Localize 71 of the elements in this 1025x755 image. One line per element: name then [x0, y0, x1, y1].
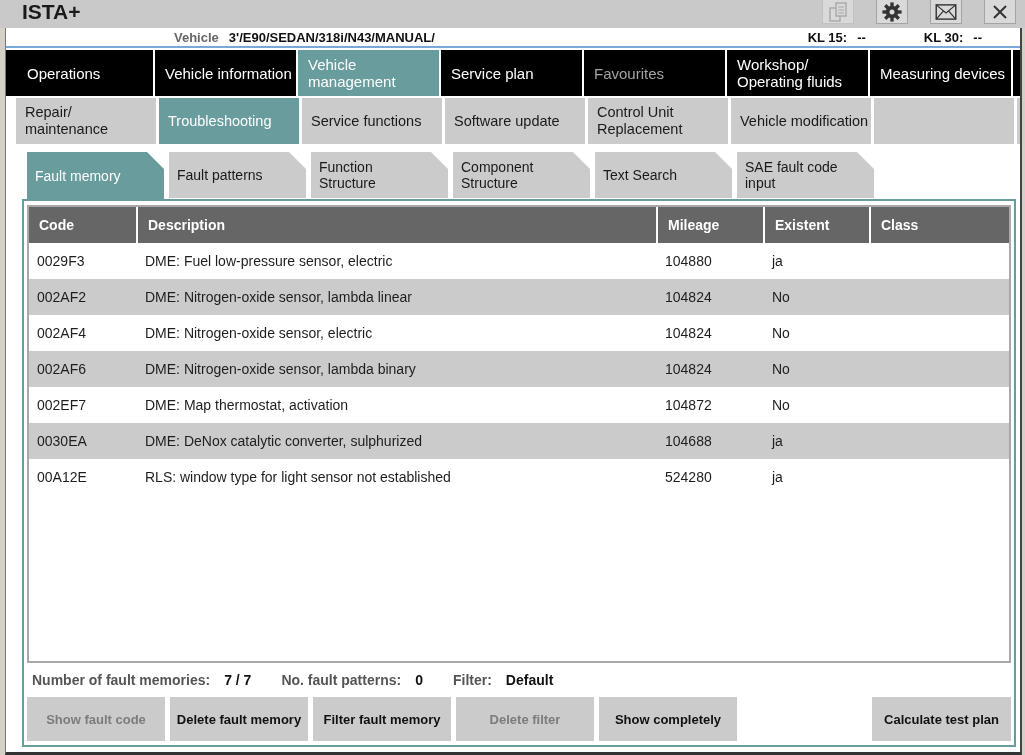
terminal-value: --: [973, 29, 982, 45]
table-cell-text: 104880: [664, 253, 713, 269]
nav-tab[interactable]: Workshop/ Operating fluids: [727, 50, 870, 96]
summary-label: No. fault patterns:: [281, 672, 402, 688]
table-cell-text: 002EF7: [36, 397, 88, 413]
section-tab[interactable]: SAE fault code input: [737, 152, 874, 198]
table-cell-text: DME: Nitrogen-oxide sensor, lambda linear: [144, 289, 413, 305]
terminal-label: KL 30:: [923, 29, 964, 45]
table-cell-text: 0030EA: [36, 433, 88, 449]
table-cell-text: 524280: [664, 469, 713, 485]
table-cell-text: DME: Fuel low-pressure sensor, electric: [144, 253, 394, 269]
table-cell-text: No: [771, 325, 791, 341]
subnav-tab[interactable]: Repair/ maintenance: [16, 98, 156, 144]
terminal-value: --: [857, 29, 866, 45]
vehicle-value: 3'/E90/SEDAN/318i/N43/MANUAL/: [228, 29, 435, 45]
table-cell-text: 002AF2: [36, 289, 88, 305]
summary-label: Filter:: [452, 672, 492, 688]
column-header: Mileage: [658, 207, 763, 243]
summary-label: Number of fault memories:: [32, 672, 211, 688]
table-cell-text: No: [771, 361, 791, 377]
subnav-tab[interactable]: Service functions: [302, 98, 442, 144]
table-cell-text: No: [771, 397, 791, 413]
summary-value: 7 / 7: [224, 672, 252, 688]
nav-tab[interactable]: Measuring devices: [870, 50, 1013, 96]
table-cell-text: 00A12E: [36, 469, 88, 485]
table-cell-text: RLS: window type for light sensor not established: [144, 469, 452, 485]
action-button[interactable]: Calculate test plan: [872, 697, 1011, 741]
section-tab[interactable]: Component Structure: [453, 152, 590, 198]
documents-icon: [829, 1, 847, 22]
table-cell-text: No: [771, 289, 791, 305]
column-header: Class: [871, 207, 1009, 243]
table-cell-text: ja: [770, 253, 784, 269]
vehicle-label: Vehicle: [174, 29, 219, 45]
summary-value: Default: [505, 672, 554, 688]
mail-button[interactable]: [930, 0, 962, 24]
column-header: Description: [138, 207, 656, 243]
envelope-icon: [935, 3, 957, 20]
close-button[interactable]: [984, 0, 1016, 24]
table-cell-text: DME: Nitrogen-oxide sensor, electric: [144, 325, 374, 341]
table-cell-text: 104688: [664, 433, 713, 449]
table-cell-text: 104824: [664, 289, 713, 305]
action-button[interactable]: Show completely: [599, 697, 737, 741]
table-cell-text: ja: [770, 469, 784, 485]
section-tab[interactable]: Text Search: [595, 152, 732, 198]
table-cell-text: 104872: [664, 397, 713, 413]
close-icon: [992, 3, 1008, 20]
table-cell-text: 104824: [664, 361, 713, 377]
section-tab[interactable]: Function Structure: [311, 152, 448, 198]
table-cell-text: 002AF4: [36, 325, 88, 341]
table-cell-text: DME: Nitrogen-oxide sensor, lambda binary: [144, 361, 417, 377]
terminal-label: KL 15:: [807, 29, 848, 45]
gear-icon: [882, 1, 902, 22]
action-button[interactable]: Filter fault memory: [313, 697, 451, 741]
table-cell-text: DME: DeNox catalytic converter, sulphurized: [144, 433, 423, 449]
settings-button[interactable]: [876, 0, 908, 24]
section-tab[interactable]: Fault patterns: [169, 152, 306, 198]
subnav-tab[interactable]: Software update: [445, 98, 585, 144]
table-cell-text: 002AF6: [36, 361, 88, 377]
app-title: ISTA+: [22, 0, 81, 24]
table-cell-text: 0029F3: [36, 253, 86, 269]
summary-value: 0: [415, 672, 423, 688]
subnav-tab[interactable]: Control Unit Replacement: [588, 98, 728, 144]
nav-tab[interactable]: Service plan: [441, 50, 584, 96]
subnav-tab[interactable]: Vehicle modification: [731, 98, 871, 144]
column-header: Existent: [765, 207, 869, 243]
column-header: Code: [29, 207, 136, 243]
nav-tab[interactable]: Operations: [6, 50, 155, 96]
table-cell-text: ja: [770, 433, 784, 449]
action-button[interactable]: Delete fault memory: [170, 697, 308, 741]
table-cell-text: 104824: [664, 325, 713, 341]
table-cell-text: DME: Map thermostat, activation: [144, 397, 350, 413]
